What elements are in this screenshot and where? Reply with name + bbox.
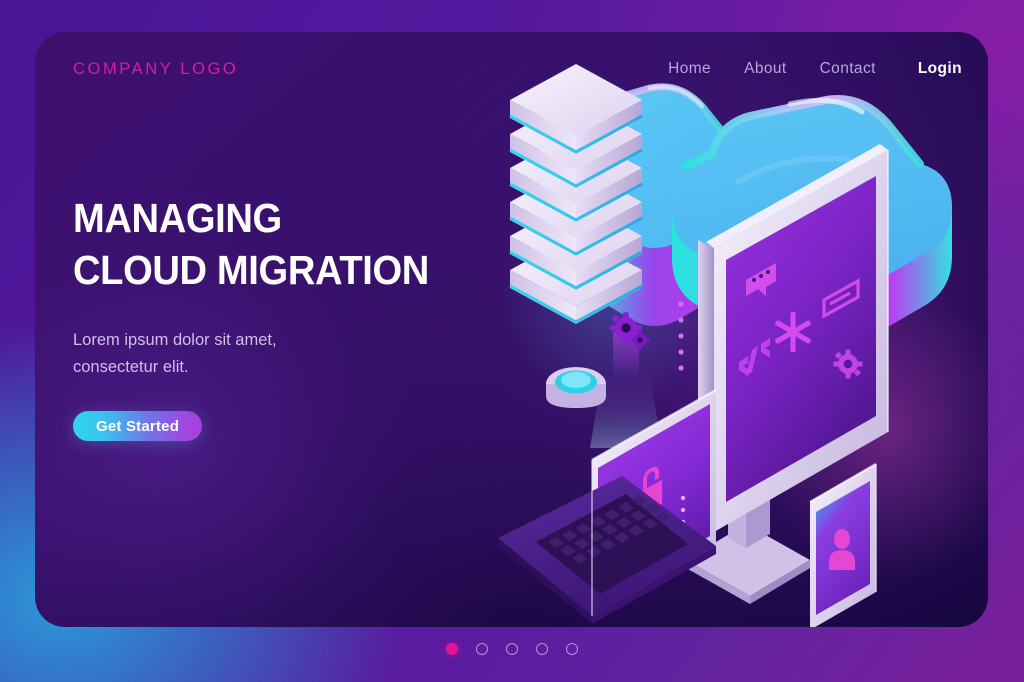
get-started-button[interactable]: Get Started [73, 411, 203, 442]
subtitle-line-2: consectetur elit. [73, 357, 189, 376]
hero-copy: MANAGING CLOUD MIGRATION Lorem ipsum dol… [73, 192, 493, 442]
server-core [546, 367, 606, 408]
server-layers [509, 64, 643, 324]
hero-card: COMPANY LOGO Home About Contact Login MA… [35, 32, 988, 627]
carousel-dot-3[interactable] [506, 643, 518, 655]
headline-line-2: CLOUD MIGRATION [73, 247, 429, 294]
carousel-dot-5[interactable] [566, 643, 578, 655]
hero-subtitle: Lorem ipsum dolor sit amet, consectetur … [73, 327, 493, 380]
cloud-migration-illustration [490, 32, 988, 627]
carousel-dot-2[interactable] [476, 643, 488, 655]
subtitle-line-1: Lorem ipsum dolor sit amet, [73, 330, 277, 349]
company-logo[interactable]: COMPANY LOGO [73, 60, 238, 79]
headline-line-1: MANAGING [73, 195, 282, 241]
carousel-dot-1[interactable] [446, 643, 458, 655]
carousel-indicators [0, 643, 1024, 655]
page-title: MANAGING CLOUD MIGRATION [73, 192, 464, 297]
banner-stage: COMPANY LOGO Home About Contact Login MA… [0, 0, 1024, 682]
carousel-dot-4[interactable] [536, 643, 548, 655]
